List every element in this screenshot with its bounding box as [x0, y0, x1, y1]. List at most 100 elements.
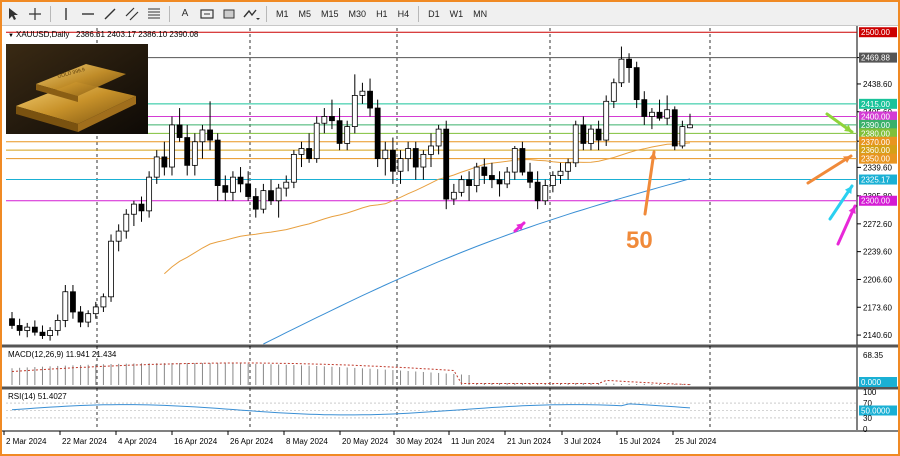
- candle-body[interactable]: [207, 129, 213, 141]
- candle-body[interactable]: [466, 179, 472, 186]
- candle-body[interactable]: [176, 124, 183, 138]
- candle-body[interactable]: [626, 58, 632, 69]
- candle-body[interactable]: [504, 171, 511, 185]
- timeframe-m1[interactable]: M1: [271, 9, 294, 19]
- crosshair-icon[interactable]: [26, 5, 44, 23]
- candle-body[interactable]: [306, 148, 313, 160]
- timeframe-mn[interactable]: MN: [468, 9, 492, 19]
- horizontal-line-icon[interactable]: [79, 5, 97, 23]
- candle-body[interactable]: [237, 176, 244, 185]
- candle-body[interactable]: [519, 148, 526, 173]
- candle-body[interactable]: [9, 318, 15, 326]
- trendline-icon[interactable]: [101, 5, 119, 23]
- label-icon[interactable]: [198, 5, 216, 23]
- candle-body[interactable]: [641, 99, 648, 117]
- candle-body[interactable]: [169, 124, 175, 168]
- candle-body[interactable]: [382, 149, 389, 160]
- candle-body[interactable]: [47, 330, 53, 336]
- candle-body[interactable]: [321, 116, 328, 124]
- candle-body[interactable]: [458, 179, 465, 193]
- candle-body[interactable]: [153, 156, 160, 178]
- candle-body[interactable]: [580, 124, 587, 144]
- candle-body[interactable]: [511, 148, 518, 173]
- candle-body[interactable]: [527, 171, 533, 183]
- candle-body[interactable]: [24, 326, 31, 331]
- candle-body[interactable]: [184, 137, 191, 166]
- candle-body[interactable]: [481, 166, 488, 176]
- candle-body[interactable]: [534, 181, 541, 202]
- candle-body[interactable]: [565, 162, 572, 172]
- candle-body[interactable]: [252, 196, 259, 210]
- candle-body[interactable]: [649, 111, 655, 117]
- timeframe-w1[interactable]: W1: [445, 9, 469, 19]
- candle-body[interactable]: [62, 291, 69, 321]
- candle-body[interactable]: [656, 111, 663, 119]
- candle-body[interactable]: [572, 124, 579, 164]
- candle-body[interactable]: [542, 185, 549, 202]
- candle-body[interactable]: [473, 166, 480, 186]
- candle-body[interactable]: [549, 175, 556, 186]
- candle-body[interactable]: [85, 313, 92, 323]
- candle-body[interactable]: [268, 190, 274, 202]
- candle-body[interactable]: [16, 325, 23, 331]
- text-icon[interactable]: A: [176, 5, 194, 23]
- candle-body[interactable]: [108, 240, 114, 298]
- candle-body[interactable]: [405, 148, 412, 160]
- candle-body[interactable]: [679, 126, 686, 147]
- candle-body[interactable]: [489, 175, 495, 181]
- vertical-line-icon[interactable]: [57, 5, 75, 23]
- candle-body[interactable]: [351, 95, 358, 127]
- candle-body[interactable]: [138, 203, 145, 212]
- cursor-icon[interactable]: [4, 5, 22, 23]
- candle-body[interactable]: [435, 128, 442, 147]
- timeframe-d1[interactable]: D1: [423, 9, 445, 19]
- candle-body[interactable]: [313, 122, 320, 160]
- candle-body[interactable]: [130, 203, 137, 215]
- candle-body[interactable]: [687, 124, 693, 129]
- candle-body[interactable]: [298, 148, 305, 155]
- candle-body[interactable]: [588, 128, 594, 144]
- timeframe-h1[interactable]: H1: [371, 9, 393, 19]
- candle-body[interactable]: [610, 82, 617, 102]
- candle-body[interactable]: [275, 187, 282, 202]
- candle-body[interactable]: [595, 128, 602, 141]
- candle-body[interactable]: [412, 148, 419, 168]
- candle-body[interactable]: [283, 181, 290, 189]
- candle-body[interactable]: [146, 176, 153, 212]
- candle-body[interactable]: [389, 149, 396, 172]
- timeframe-h4[interactable]: H4: [393, 9, 415, 19]
- candle-body[interactable]: [428, 145, 434, 155]
- candle-body[interactable]: [222, 185, 229, 193]
- candle-body[interactable]: [374, 107, 381, 160]
- candle-body[interactable]: [557, 170, 564, 176]
- candle-body[interactable]: [329, 116, 335, 122]
- candle-body[interactable]: [115, 230, 122, 242]
- rectangle-icon[interactable]: [220, 5, 238, 23]
- candle-body[interactable]: [443, 128, 450, 200]
- candle-body[interactable]: [359, 90, 366, 96]
- candle-body[interactable]: [214, 139, 221, 186]
- candle-body[interactable]: [54, 320, 61, 331]
- candle-body[interactable]: [290, 153, 297, 183]
- candle-body[interactable]: [70, 291, 76, 313]
- candle-body[interactable]: [671, 109, 678, 147]
- candle-body[interactable]: [618, 58, 625, 84]
- candle-body[interactable]: [496, 179, 503, 185]
- candle-body[interactable]: [77, 311, 84, 323]
- candle-body[interactable]: [31, 326, 38, 333]
- candle-body[interactable]: [344, 126, 351, 144]
- candle-body[interactable]: [397, 158, 404, 172]
- candle-body[interactable]: [633, 67, 640, 101]
- candle-body[interactable]: [603, 100, 610, 141]
- fibonacci-icon[interactable]: [145, 5, 163, 23]
- candle-body[interactable]: [191, 141, 198, 166]
- candle-body[interactable]: [199, 129, 206, 143]
- candle-body[interactable]: [420, 153, 427, 168]
- timeframe-m5[interactable]: M5: [294, 9, 317, 19]
- candle-body[interactable]: [664, 109, 671, 119]
- candle-body[interactable]: [123, 213, 130, 232]
- candle-body[interactable]: [92, 306, 99, 315]
- arrows-icon[interactable]: [242, 5, 260, 23]
- candle-body[interactable]: [260, 190, 267, 210]
- candle-body[interactable]: [336, 120, 343, 144]
